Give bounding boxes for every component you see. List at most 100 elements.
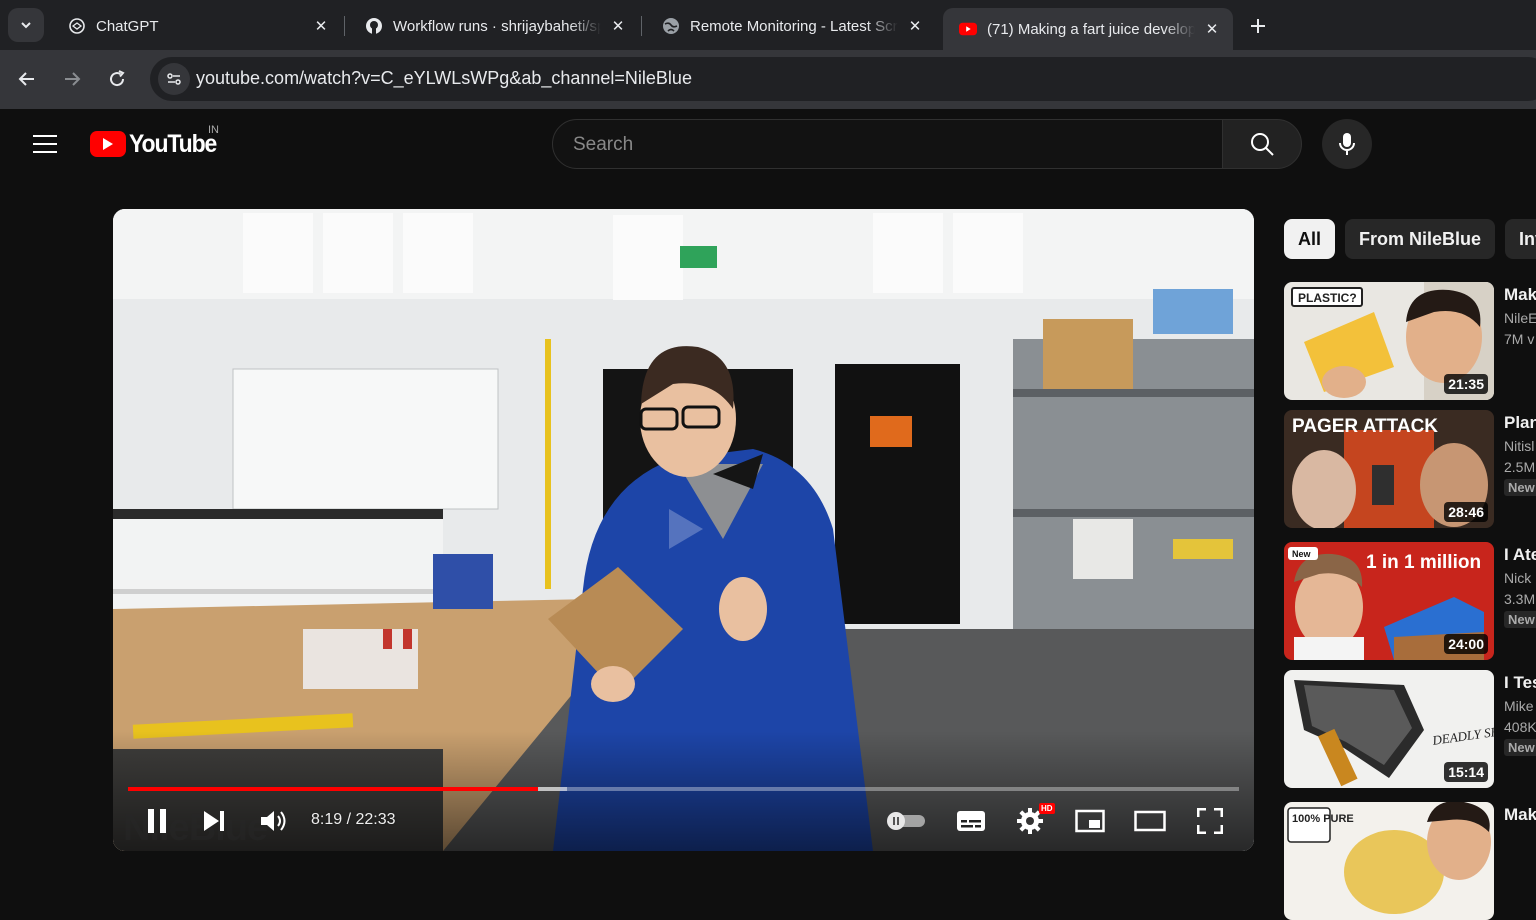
- tab-title: Remote Monitoring - Latest Scr: [690, 17, 898, 35]
- thumbnail-text: PLASTIC?: [1298, 291, 1357, 305]
- video-title[interactable]: I Tes Wea: [1504, 670, 1536, 695]
- close-icon[interactable]: ✕: [1203, 20, 1221, 38]
- pause-icon: [148, 809, 166, 833]
- tab-search-button[interactable]: [8, 8, 44, 42]
- address-bar[interactable]: youtube.com/watch?v=C_eYLWLsWPg&ab_chann…: [150, 57, 1536, 101]
- youtube-play-icon: [90, 131, 126, 157]
- microphone-icon: [1339, 133, 1355, 155]
- video-duration: 21:35: [1444, 374, 1488, 394]
- theater-mode-icon: [1134, 810, 1166, 832]
- recommended-video[interactable]: 1 in 1 million New 24:00 I Ate Nick 3.3M…: [1284, 542, 1536, 660]
- recommended-video[interactable]: PAGER ATTACK 28:46 Plan Atta Nitisl 2.5M…: [1284, 410, 1536, 528]
- tab-youtube-active[interactable]: (71) Making a fart juice develop ✕: [943, 8, 1233, 50]
- tab-separator: [344, 16, 345, 36]
- channel-name[interactable]: NileE: [1504, 307, 1536, 329]
- hamburger-menu-icon: [33, 135, 57, 153]
- thumbnail-text: PAGER ATTACK: [1292, 416, 1438, 437]
- forward-button[interactable]: [55, 62, 89, 96]
- video-player[interactable]: NileBlue 8:19 / 22:33: [113, 209, 1254, 851]
- tab-title: ChatGPT: [96, 17, 159, 35]
- video-title[interactable]: Mak Coo: [1504, 802, 1536, 827]
- tab-github[interactable]: Workflow runs · shrijaybaheti/sp ✕: [349, 8, 639, 44]
- back-button[interactable]: [10, 62, 44, 96]
- fullscreen-button[interactable]: [1192, 803, 1228, 839]
- subtitles-button[interactable]: [953, 803, 989, 839]
- chatgpt-icon: [68, 17, 86, 35]
- close-icon[interactable]: ✕: [906, 17, 924, 35]
- autoplay-toggle[interactable]: [883, 803, 929, 839]
- video-meta: Plan Atta Nitisl 2.5M New: [1504, 410, 1536, 497]
- new-badge: New: [1504, 611, 1536, 628]
- video-duration: 24:00: [1444, 634, 1488, 654]
- view-count: 7M v: [1504, 331, 1535, 347]
- site-info-button[interactable]: [158, 63, 190, 95]
- browser-tab-strip: ChatGPT ✕ Workflow runs · shrijaybaheti/…: [0, 0, 1536, 50]
- recommended-video[interactable]: 100% PURE Mak Coo: [1284, 802, 1536, 920]
- video-meta: I Ate Nick 3.3M New: [1504, 542, 1536, 629]
- globe-icon: [662, 17, 680, 35]
- search-icon: [1251, 133, 1274, 156]
- video-thumbnail[interactable]: PAGER ATTACK 28:46: [1284, 410, 1494, 528]
- skip-next-icon: [204, 811, 224, 831]
- video-thumbnail[interactable]: 1 in 1 million New 24:00: [1284, 542, 1494, 660]
- tab-remote-monitoring[interactable]: Remote Monitoring - Latest Scr ✕: [646, 8, 936, 44]
- progress-bar[interactable]: [128, 787, 1239, 791]
- recommended-video[interactable]: PLASTIC? 21:35 Mak debu NileE 7M v: [1284, 282, 1536, 400]
- captions-icon: [957, 811, 985, 831]
- video-meta: Mak Coo: [1504, 802, 1536, 827]
- video-thumbnail[interactable]: PLASTIC? 21:35: [1284, 282, 1494, 400]
- video-title[interactable]: I Ate: [1504, 542, 1536, 567]
- tab-title: Workflow runs · shrijaybaheti/sp: [393, 17, 601, 35]
- channel-name[interactable]: Nick: [1504, 567, 1536, 589]
- chip-all[interactable]: All: [1284, 219, 1336, 259]
- search-box[interactable]: [552, 119, 1223, 169]
- close-icon[interactable]: ✕: [609, 17, 627, 35]
- chip-inve[interactable]: Inve: [1505, 219, 1536, 259]
- video-thumbnail[interactable]: DEADLY SHARP 15:14: [1284, 670, 1494, 788]
- time-display: 8:19 / 22:33: [311, 811, 396, 828]
- video-title[interactable]: Mak debu: [1504, 282, 1536, 307]
- youtube-icon: [959, 20, 977, 38]
- arrow-left-icon: [18, 72, 34, 86]
- view-count: 408K: [1504, 719, 1536, 735]
- thumbnail-text: 1 in 1 million: [1366, 552, 1481, 573]
- miniplayer-button[interactable]: [1072, 803, 1108, 839]
- fullscreen-icon: [1197, 808, 1223, 834]
- youtube-logo[interactable]: YouTube IN: [90, 124, 224, 158]
- next-button[interactable]: [196, 803, 232, 839]
- video-meta: Mak debu NileE 7M v: [1504, 282, 1536, 349]
- search-button[interactable]: [1222, 119, 1302, 169]
- tab-chatgpt[interactable]: ChatGPT ✕: [52, 8, 342, 44]
- related-filter-chips: All From NileBlue Inve: [1284, 219, 1536, 259]
- search-input[interactable]: [573, 132, 1193, 158]
- tab-separator: [641, 16, 642, 36]
- channel-name[interactable]: Nitisl: [1504, 435, 1536, 457]
- url-text[interactable]: youtube.com/watch?v=C_eYLWLsWPg&ab_chann…: [196, 68, 692, 89]
- video-thumbnail[interactable]: 100% PURE: [1284, 802, 1494, 920]
- chip-from-nileblue[interactable]: From NileBlue: [1345, 219, 1496, 259]
- video-duration: 28:46: [1444, 502, 1488, 522]
- pause-button[interactable]: [139, 803, 175, 839]
- voice-search-button[interactable]: [1322, 119, 1372, 169]
- close-icon[interactable]: ✕: [312, 17, 330, 35]
- chevron-down-icon: [21, 22, 31, 29]
- new-tab-button[interactable]: [1244, 12, 1272, 40]
- volume-button[interactable]: [255, 803, 291, 839]
- video-meta: I Tes Wea Mike 408K New: [1504, 670, 1536, 757]
- logo-wordmark: YouTube: [129, 129, 217, 158]
- plus-icon: [1251, 19, 1265, 33]
- recommended-video[interactable]: DEADLY SHARP 15:14 I Tes Wea Mike 408K N…: [1284, 670, 1536, 788]
- theater-mode-button[interactable]: [1132, 803, 1168, 839]
- view-count: 3.3M: [1504, 591, 1536, 607]
- video-title[interactable]: Plan Atta: [1504, 410, 1536, 435]
- arrow-right-icon: [65, 72, 81, 86]
- channel-name[interactable]: Mike: [1504, 695, 1536, 717]
- autoplay-toggle-icon: [887, 812, 925, 830]
- reload-button[interactable]: [100, 62, 134, 96]
- guide-menu-button[interactable]: [25, 124, 65, 164]
- thumbnail-text: 100% PURE: [1292, 813, 1354, 825]
- tune-icon: [167, 73, 181, 85]
- region-code: IN: [208, 124, 219, 136]
- progress-played: [128, 787, 538, 791]
- miniplayer-icon: [1075, 809, 1105, 833]
